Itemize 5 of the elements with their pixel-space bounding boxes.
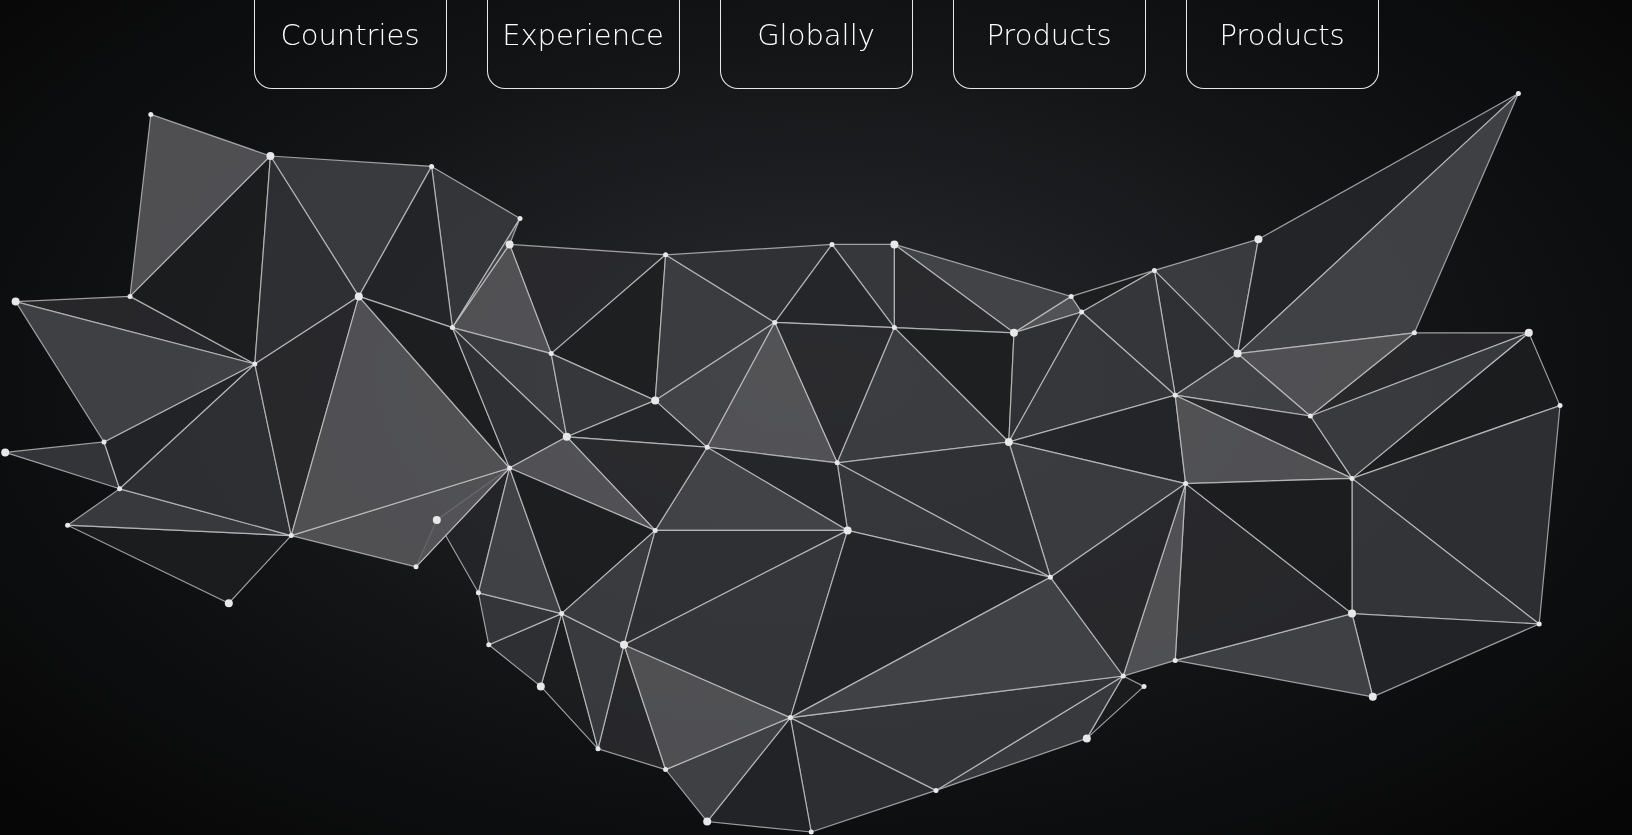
stat-tile: Products (1185, 0, 1379, 89)
stat-tile: Products (952, 0, 1146, 89)
stat-tile: Globally (719, 0, 913, 89)
stat-tile: Experience (486, 0, 680, 89)
stat-tile: Countries (253, 0, 447, 89)
